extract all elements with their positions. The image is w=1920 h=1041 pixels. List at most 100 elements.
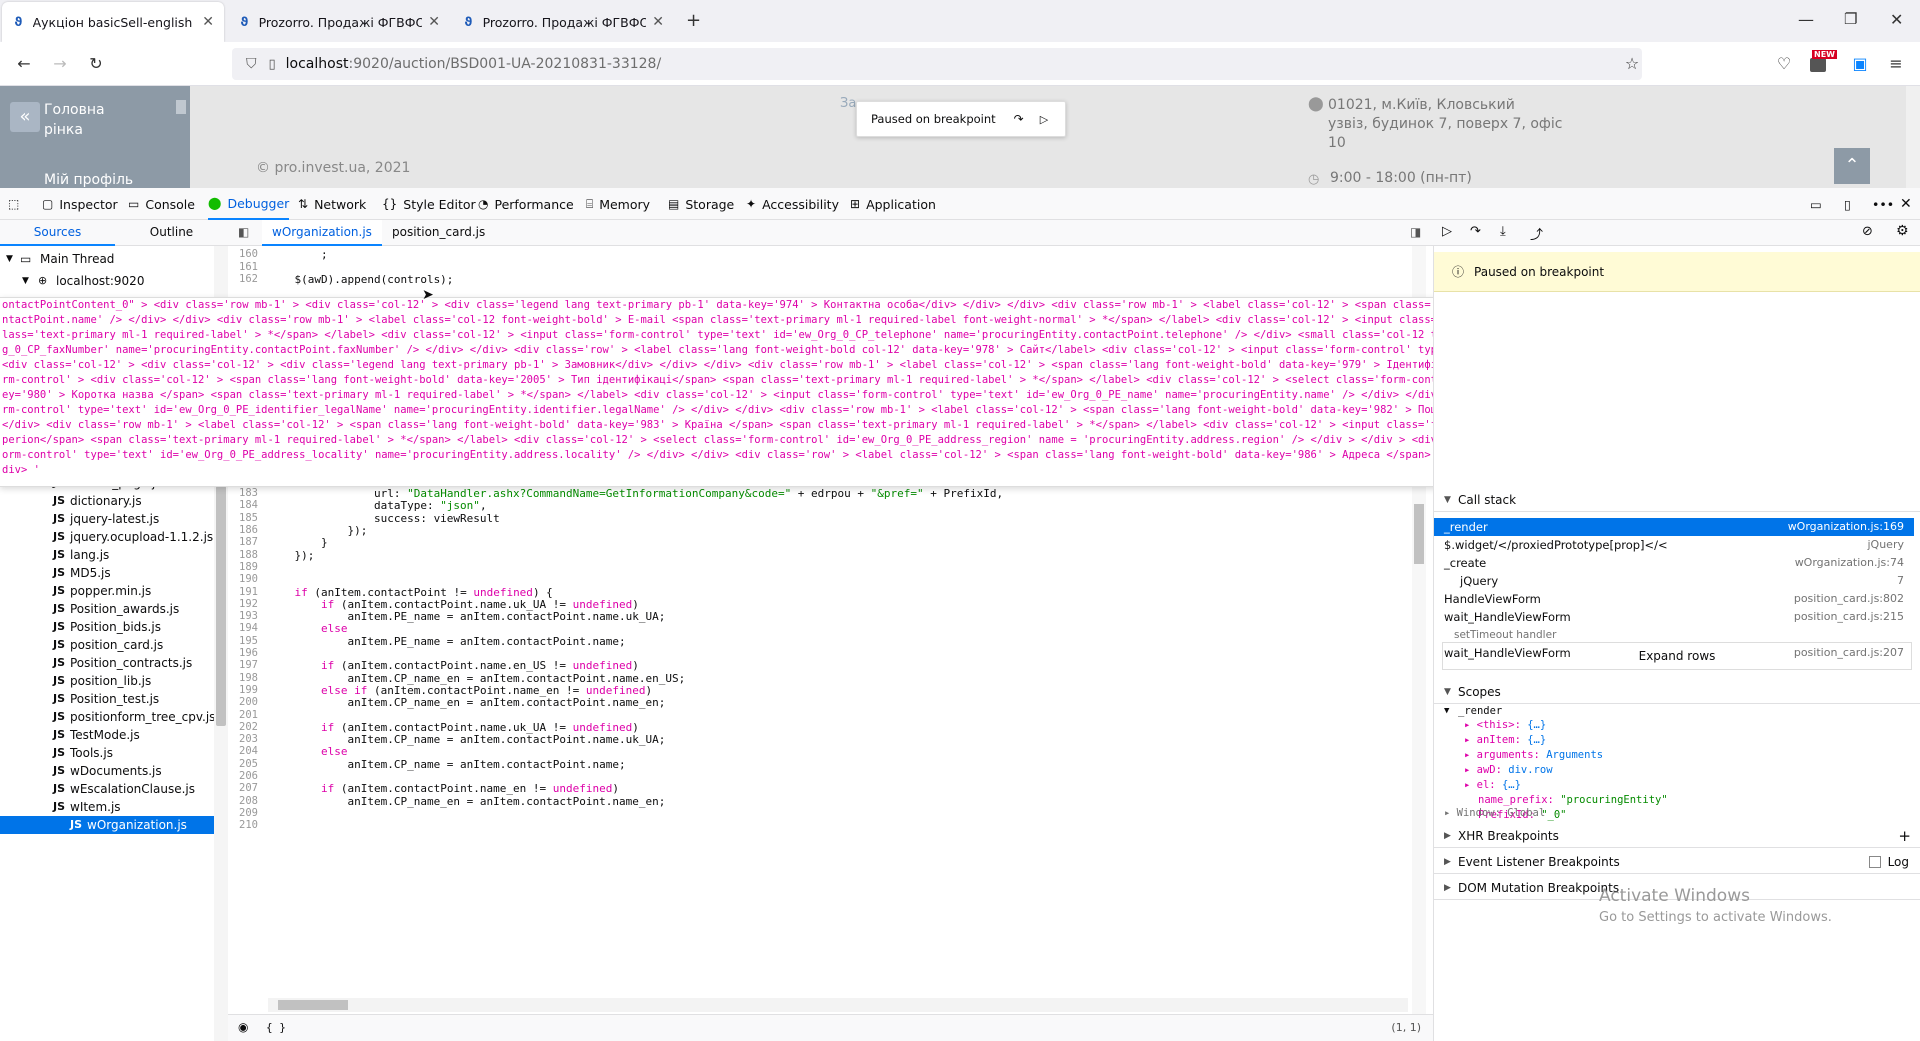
- call-stack-frame[interactable]: jQuery 7: [1434, 572, 1914, 590]
- scope-variable[interactable]: ▸ awD: div.row: [1464, 763, 1553, 778]
- file-item[interactable]: JS Tools.js: [53, 744, 113, 762]
- tab-console[interactable]: ▭ Console: [128, 188, 195, 220]
- tab-inspector[interactable]: ▢ Inspector: [42, 188, 118, 220]
- line-number[interactable]: 161: [228, 261, 258, 273]
- line-number[interactable]: 199: [228, 684, 258, 696]
- line-number[interactable]: 208: [228, 795, 258, 807]
- save-icon[interactable]: ▣: [1848, 52, 1872, 76]
- line-number[interactable]: 160: [228, 248, 258, 260]
- file-item[interactable]: JS dictionary.js: [53, 492, 142, 510]
- line-number[interactable]: 185: [228, 512, 258, 524]
- close-devtools-icon[interactable]: ✕: [1900, 188, 1912, 220]
- xhr-breakpoints-header[interactable]: ▶ XHR Breakpoints +: [1434, 824, 1920, 848]
- pretty-print-button[interactable]: { }: [266, 1021, 286, 1034]
- line-number[interactable]: 189: [228, 561, 258, 573]
- page-scrollbar[interactable]: [1906, 86, 1920, 188]
- deactivate-breakpoints-icon[interactable]: ⊘: [1862, 224, 1873, 239]
- line-number[interactable]: 205: [228, 758, 258, 770]
- scrollbar-thumb[interactable]: [1414, 504, 1424, 564]
- expand-arrow-icon[interactable]: ▼: [1444, 706, 1449, 716]
- line-number[interactable]: 206: [228, 770, 258, 782]
- file-item[interactable]: JS jquery.ocupload-1.1.2.js: [53, 528, 213, 546]
- log-checkbox[interactable]: [1869, 856, 1881, 868]
- hamburger-menu-icon[interactable]: ≡: [1884, 52, 1908, 76]
- file-item[interactable]: JS lang.js: [53, 546, 109, 564]
- close-window-icon[interactable]: ✕: [1890, 10, 1903, 29]
- scopes-header[interactable]: ▼ Scopes: [1434, 680, 1920, 704]
- reload-icon[interactable]: ↻: [84, 52, 108, 76]
- event-listener-breakpoints-header[interactable]: ▶ Event Listener Breakpoints Log: [1434, 850, 1920, 874]
- minimize-icon[interactable]: —: [1798, 10, 1814, 29]
- tab-accessibility[interactable]: ✦ Accessibility: [746, 188, 839, 220]
- file-item[interactable]: JS wItem.js: [53, 798, 121, 816]
- url-bar[interactable]: ⛉ ▯ localhost:9020/auction/BSD001-UA-202…: [232, 48, 1642, 80]
- file-item[interactable]: JS position_lib.js: [53, 672, 151, 690]
- file-item[interactable]: JS position_card.js: [53, 636, 163, 654]
- close-tab-icon[interactable]: ✕: [428, 14, 440, 30]
- pick-element-icon[interactable]: ⬚: [8, 188, 25, 220]
- tab-network[interactable]: ⇅ Network: [298, 188, 366, 220]
- scope-variable[interactable]: ▸ arguments: Arguments: [1464, 748, 1603, 763]
- dock-icon[interactable]: ▭: [1810, 188, 1822, 220]
- line-number[interactable]: 196: [228, 647, 258, 659]
- call-stack-header[interactable]: ▼ Call stack: [1434, 488, 1920, 512]
- tab-style-editor[interactable]: {} Style Editor: [382, 188, 476, 220]
- tab-outline[interactable]: Outline: [115, 220, 228, 246]
- scrollbar-thumb[interactable]: [278, 1000, 348, 1010]
- sidebar-item-home[interactable]: Головна: [44, 102, 105, 118]
- line-number[interactable]: 194: [228, 622, 258, 634]
- file-item[interactable]: JS wOrganization.js: [0, 816, 214, 834]
- tree-host[interactable]: localhost:9020: [56, 274, 144, 288]
- line-number[interactable]: 193: [228, 610, 258, 622]
- sidebar-item-market[interactable]: рінка: [44, 122, 83, 138]
- tab-performance[interactable]: ◔ Performance: [478, 188, 574, 220]
- toggle-sidebar-icon[interactable]: ◧: [238, 225, 249, 239]
- file-item[interactable]: JS Position_test.js: [53, 690, 159, 708]
- call-stack-frame[interactable]: _create wOrganization.js:74: [1434, 554, 1914, 572]
- file-item[interactable]: JS wEscalationClause.js: [53, 780, 195, 798]
- settings-gear-icon[interactable]: ⚙: [1896, 223, 1909, 239]
- line-number[interactable]: 186: [228, 524, 258, 536]
- back-arrow-icon[interactable]: ←: [12, 52, 36, 76]
- line-number[interactable]: 202: [228, 721, 258, 733]
- file-item[interactable]: JS jquery-latest.js: [53, 510, 159, 528]
- tab-memory[interactable]: ⌸ Memory: [586, 188, 650, 220]
- editor-tab-worganization[interactable]: wOrganization.js: [262, 220, 382, 246]
- close-tab-icon[interactable]: ✕: [652, 14, 664, 30]
- scope-window[interactable]: ▸ Window: Global: [1444, 806, 1545, 821]
- line-number[interactable]: 191: [228, 586, 258, 598]
- line-number[interactable]: 209: [228, 807, 258, 819]
- resume-icon[interactable]: ▷: [1442, 224, 1452, 239]
- tab-application[interactable]: ⊞ Application: [850, 188, 936, 220]
- step-over-icon[interactable]: ↷: [1470, 224, 1481, 239]
- scope-variable[interactable]: ▸ <this>: {…}: [1464, 718, 1546, 733]
- new-tab-icon[interactable]: +: [686, 10, 701, 31]
- expand-rows-button[interactable]: Expand rows: [1442, 642, 1912, 670]
- close-tab-icon[interactable]: ✕: [202, 14, 214, 30]
- file-item[interactable]: JS Position_awards.js: [53, 600, 179, 618]
- call-stack-frame[interactable]: wait_HandleViewForm position_card.js:215: [1434, 608, 1914, 626]
- line-number[interactable]: 210: [228, 819, 258, 831]
- line-number[interactable]: 190: [228, 573, 258, 585]
- line-number[interactable]: 162: [228, 273, 258, 285]
- add-icon[interactable]: +: [1898, 824, 1911, 848]
- scope-render[interactable]: _render: [1458, 704, 1502, 719]
- step-over-icon[interactable]: ↷: [1014, 112, 1024, 126]
- line-number[interactable]: 188: [228, 549, 258, 561]
- file-item[interactable]: JS MD5.js: [53, 564, 111, 582]
- resume-icon[interactable]: ▷: [1040, 113, 1048, 126]
- step-out-icon[interactable]: ⤴: [1530, 224, 1543, 243]
- pocket-icon[interactable]: ♡: [1772, 52, 1796, 76]
- file-item[interactable]: JS positionform_tree_cpv.js: [53, 708, 215, 726]
- call-stack-frame[interactable]: _render wOrganization.js:169: [1434, 518, 1914, 536]
- file-item[interactable]: JS popper.min.js: [53, 582, 151, 600]
- editor-tab-position-card[interactable]: position_card.js: [382, 220, 495, 246]
- call-stack-frame[interactable]: $.widget/</proxiedPrototype[prop]</< jQue…: [1434, 536, 1914, 554]
- toggle-right-pane-icon[interactable]: ◨: [1410, 225, 1421, 239]
- tree-main-thread[interactable]: Main Thread: [40, 252, 114, 266]
- expand-arrow-icon[interactable]: ▼: [6, 254, 13, 264]
- line-number[interactable]: 207: [228, 782, 258, 794]
- collapse-sidebar-button[interactable]: «: [10, 102, 40, 132]
- scroll-top-button[interactable]: ⌃: [1834, 148, 1870, 184]
- scope-variable[interactable]: ▸ el: {…}: [1464, 778, 1521, 793]
